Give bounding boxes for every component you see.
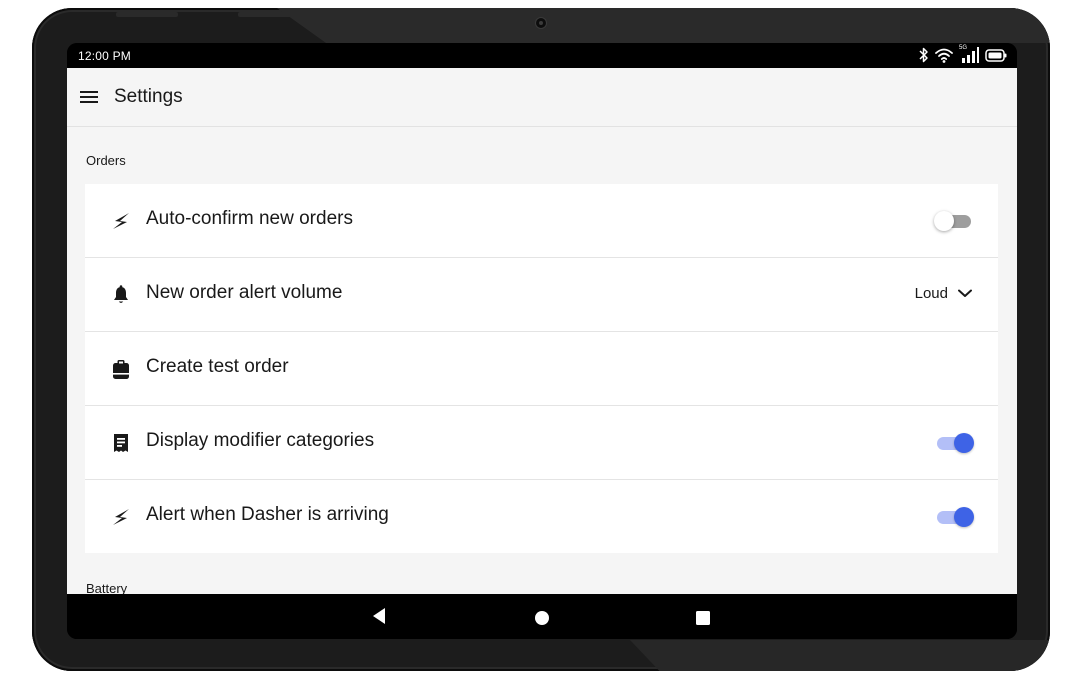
app-bar: Settings: [67, 68, 1017, 127]
frame-reflection: [277, 8, 1050, 43]
cellular-5g-icon: 5G: [959, 45, 979, 63]
page-title: Settings: [114, 86, 183, 107]
recents-icon[interactable]: [694, 606, 714, 626]
section-header-battery: Battery: [86, 581, 128, 594]
hamburger-menu-icon[interactable]: [79, 89, 99, 105]
dasher-arriving-toggle[interactable]: [934, 506, 974, 528]
status-bar: 12:00 PM 5G: [67, 43, 1017, 68]
status-time: 12:00 PM: [78, 49, 131, 63]
front-camera: [536, 18, 546, 28]
orders-settings-list: Auto-confirm new orders New order alert …: [85, 184, 998, 553]
bell-icon: [110, 284, 132, 306]
setting-label: Create test order: [146, 356, 289, 377]
bluetooth-icon: [919, 47, 929, 63]
setting-label: Auto-confirm new orders: [146, 208, 353, 229]
setting-label: Display modifier categories: [146, 430, 375, 451]
setting-dasher-arriving-alert[interactable]: Alert when Dasher is arriving: [85, 480, 998, 553]
receipt-icon: [110, 432, 132, 454]
frame-reflection: [630, 640, 1050, 671]
toggle-knob: [954, 433, 974, 453]
hardware-button: [116, 12, 178, 17]
alert-volume-select[interactable]: Loud: [915, 285, 972, 302]
setting-display-modifier-categories[interactable]: Display modifier categories: [85, 406, 998, 480]
battery-icon: [985, 48, 1007, 62]
toggle-knob: [954, 507, 974, 527]
lightning-icon: [110, 210, 132, 232]
network-type-label: 5G: [959, 45, 968, 51]
status-icons: 5G: [919, 45, 1007, 63]
modifier-categories-toggle[interactable]: [934, 432, 974, 454]
toggle-knob: [934, 211, 954, 231]
lightning-icon: [110, 506, 132, 528]
wifi-icon: [935, 48, 953, 63]
back-icon[interactable]: [370, 606, 390, 626]
setting-label: Alert when Dasher is arriving: [146, 504, 389, 525]
setting-alert-volume[interactable]: New order alert volume Loud: [85, 258, 998, 332]
section-header-orders: Orders: [86, 153, 126, 168]
setting-label: New order alert volume: [146, 282, 343, 303]
tablet-frame: 12:00 PM 5G Settings Orders Auto-confirm…: [32, 8, 1050, 671]
chevron-down-icon: [958, 285, 972, 302]
setting-auto-confirm-orders[interactable]: Auto-confirm new orders: [85, 184, 998, 258]
hardware-button: [238, 12, 372, 17]
screen: 12:00 PM 5G Settings Orders Auto-confirm…: [67, 43, 1017, 639]
navigation-bar: [67, 594, 1017, 639]
clipboard-icon: [110, 358, 132, 380]
auto-confirm-toggle[interactable]: [934, 210, 974, 232]
home-icon[interactable]: [532, 606, 552, 626]
select-value: Loud: [914, 285, 948, 302]
setting-create-test-order[interactable]: Create test order: [85, 332, 998, 406]
settings-screen: Settings Orders Auto-confirm new orders: [67, 68, 1017, 594]
